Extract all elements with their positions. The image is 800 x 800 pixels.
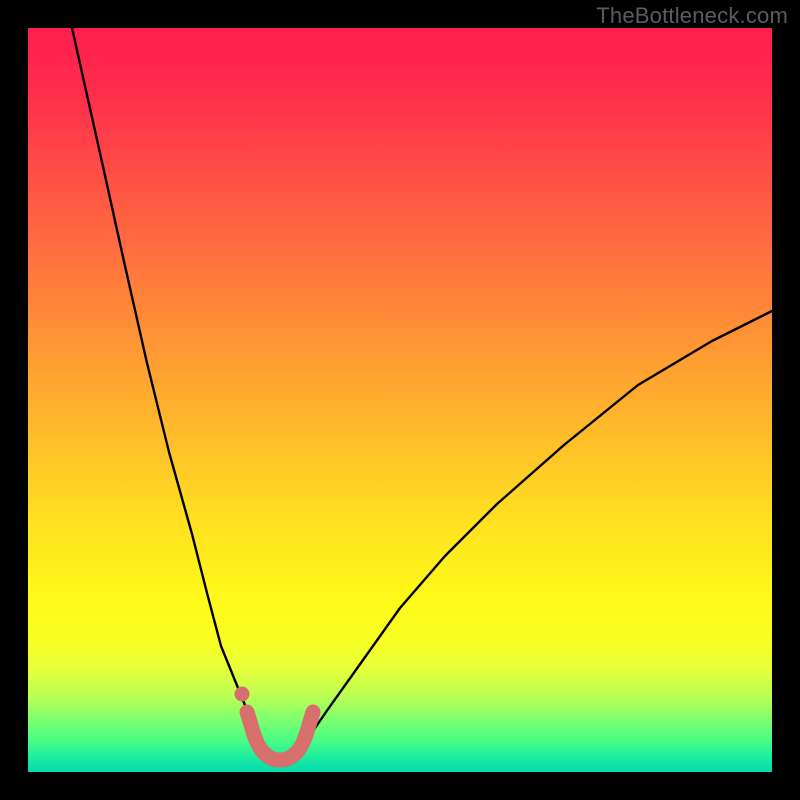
optimal-range-marker-dot [235,687,250,702]
chart-plot-area [28,28,772,772]
watermark-text: TheBottleneck.com [596,3,788,29]
chart-frame: TheBottleneck.com [0,0,800,800]
bottleneck-curve [72,28,772,762]
optimal-range-marker [247,712,313,760]
chart-svg-layer [28,28,772,772]
